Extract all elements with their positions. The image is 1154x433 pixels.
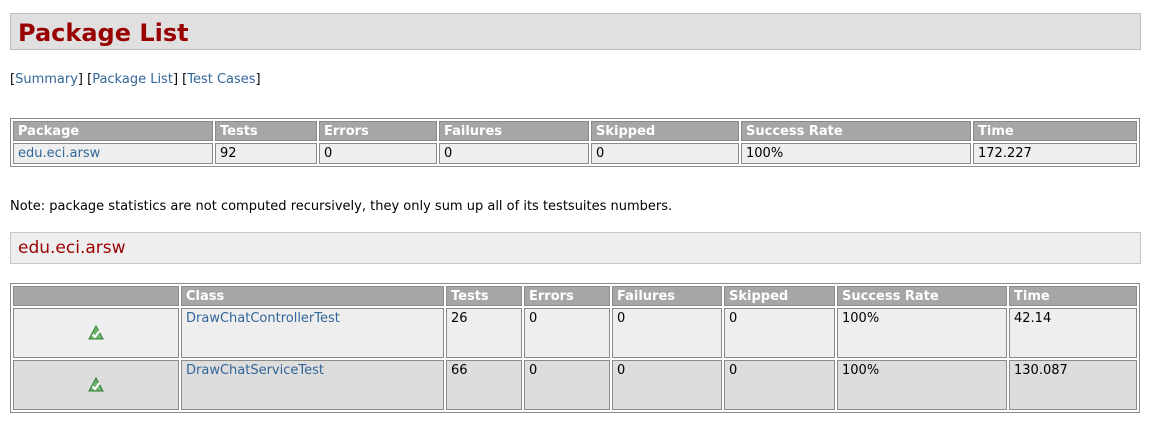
col-header-tests: Tests (446, 286, 522, 306)
table-row: edu.eci.arsw 92 0 0 0 100% 172.227 (13, 143, 1137, 164)
time-cell: 42.14 (1009, 308, 1137, 358)
status-cell (13, 308, 179, 358)
package-cell: edu.eci.arsw (13, 143, 213, 164)
nav-test-cases-link[interactable]: Test Cases (187, 72, 255, 87)
class-cell: DrawChatControllerTest (181, 308, 444, 358)
success-rate-cell: 100% (741, 143, 971, 164)
package-link[interactable]: edu.eci.arsw (18, 146, 100, 161)
success-rate-cell: 100% (837, 308, 1007, 358)
col-header-success-rate: Success Rate (837, 286, 1007, 306)
skipped-cell: 0 (724, 360, 835, 410)
package-section-heading: edu.eci.arsw (18, 238, 126, 258)
page-title-bar: Package List (10, 13, 1141, 50)
nav-package-list-link[interactable]: Package List (92, 72, 173, 87)
skipped-cell: 0 (724, 308, 835, 358)
failures-cell: 0 (612, 360, 722, 410)
col-header-skipped: Skipped (724, 286, 835, 306)
tests-cell: 26 (446, 308, 522, 358)
col-header-success-rate: Success Rate (741, 121, 971, 141)
page-title: Package List (18, 19, 189, 47)
col-header-time: Time (1009, 286, 1137, 306)
class-results-table: Class Tests Errors Failures Skipped Succ… (10, 283, 1140, 413)
tests-cell: 66 (446, 360, 522, 410)
col-header-status (13, 286, 179, 306)
table-row: DrawChatServiceTest 66 0 0 0 100% 130.08… (13, 360, 1137, 410)
col-header-package: Package (13, 121, 213, 141)
errors-cell: 0 (524, 360, 610, 410)
table-header-row: Class Tests Errors Failures Skipped Succ… (13, 286, 1137, 306)
col-header-skipped: Skipped (591, 121, 739, 141)
nav-links: [Summary] [Package List] [Test Cases] (10, 72, 261, 87)
errors-cell: 0 (319, 143, 437, 164)
col-header-errors: Errors (319, 121, 437, 141)
col-header-class: Class (181, 286, 444, 306)
col-header-failures: Failures (439, 121, 589, 141)
nav-summary-link[interactable]: Summary (15, 72, 78, 87)
tests-cell: 92 (215, 143, 317, 164)
statistics-note: Note: package statistics are not compute… (10, 199, 673, 214)
check-icon (88, 325, 104, 340)
failures-cell: 0 (612, 308, 722, 358)
col-header-tests: Tests (215, 121, 317, 141)
table-header-row: Package Tests Errors Failures Skipped Su… (13, 121, 1137, 141)
class-link[interactable]: DrawChatServiceTest (186, 363, 324, 378)
class-link[interactable]: DrawChatControllerTest (186, 311, 340, 326)
package-summary-table: Package Tests Errors Failures Skipped Su… (10, 118, 1140, 167)
col-header-errors: Errors (524, 286, 610, 306)
errors-cell: 0 (524, 308, 610, 358)
package-section-heading-bar: edu.eci.arsw (10, 232, 1141, 264)
check-icon (88, 377, 104, 392)
table-row: DrawChatControllerTest 26 0 0 0 100% 42.… (13, 308, 1137, 358)
time-cell: 130.087 (1009, 360, 1137, 410)
status-cell (13, 360, 179, 410)
col-header-failures: Failures (612, 286, 722, 306)
class-cell: DrawChatServiceTest (181, 360, 444, 410)
col-header-time: Time (973, 121, 1137, 141)
skipped-cell: 0 (591, 143, 739, 164)
success-rate-cell: 100% (837, 360, 1007, 410)
failures-cell: 0 (439, 143, 589, 164)
time-cell: 172.227 (973, 143, 1137, 164)
